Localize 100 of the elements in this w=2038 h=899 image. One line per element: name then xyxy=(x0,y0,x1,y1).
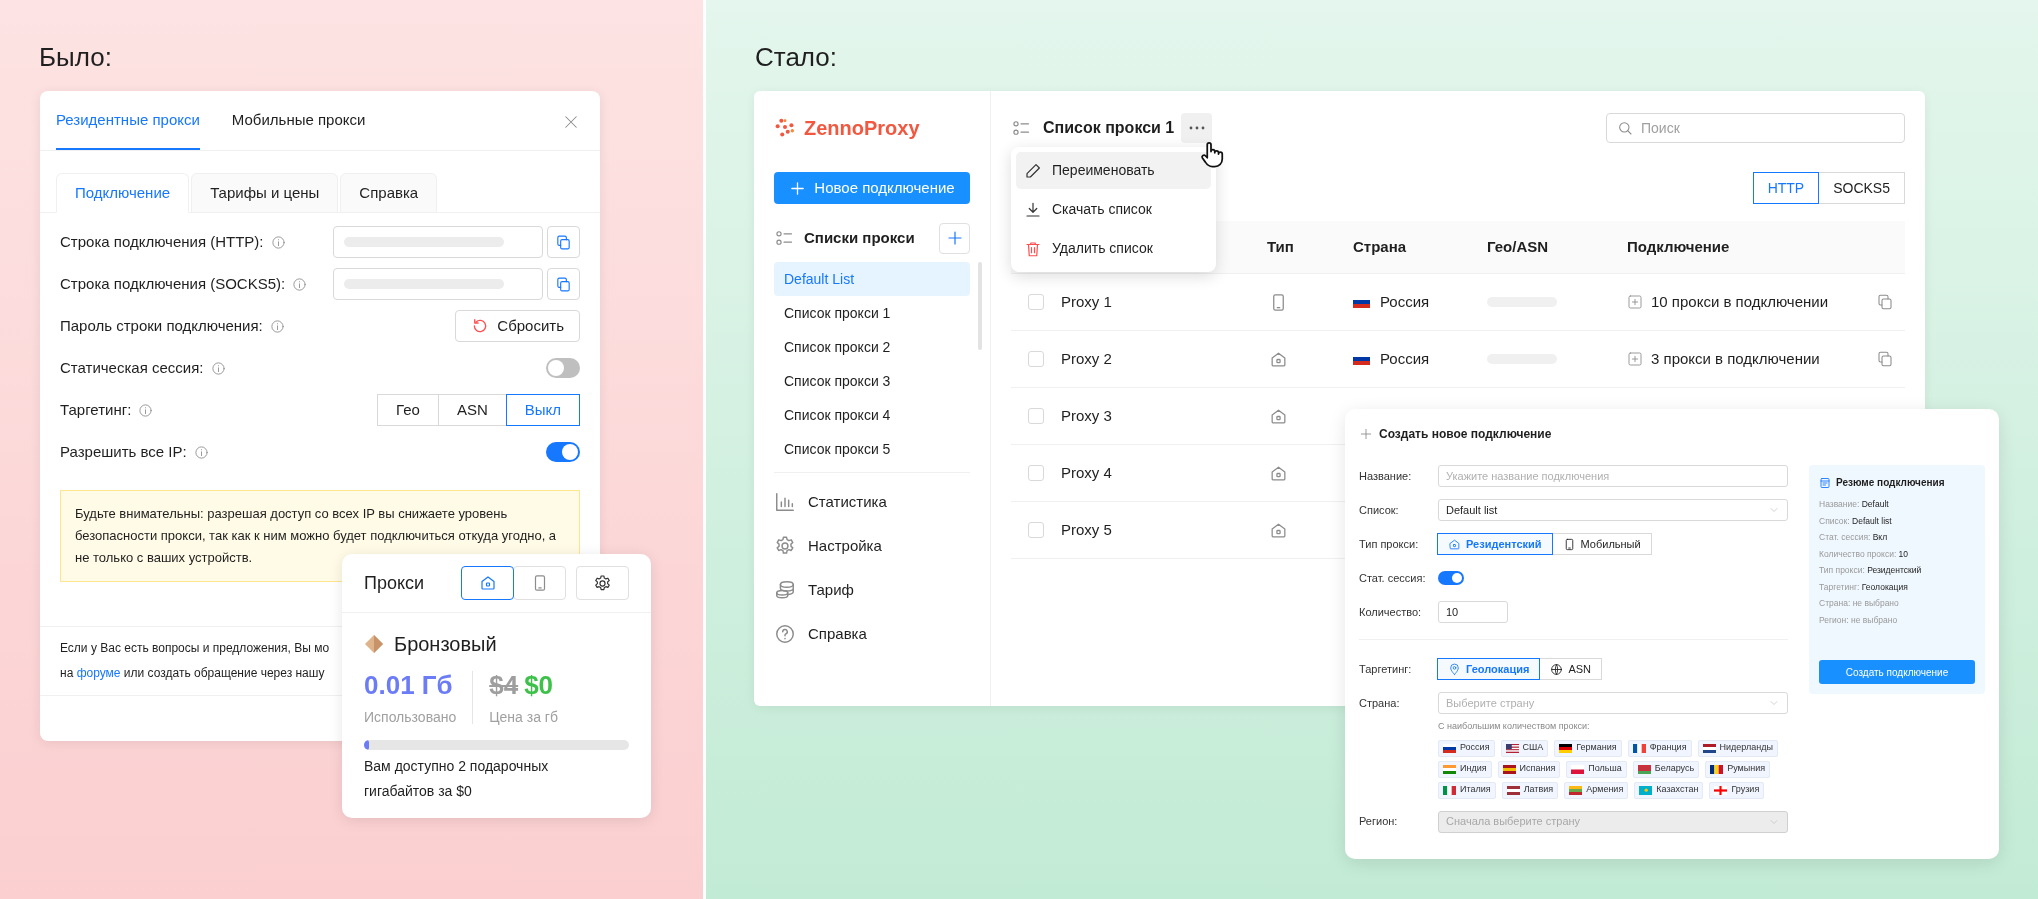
country-chip[interactable]: Латвия xyxy=(1501,781,1559,799)
price: $0 xyxy=(524,669,554,702)
list-item[interactable]: Список прокси 3 xyxy=(774,364,970,398)
close-icon[interactable] xyxy=(562,113,580,131)
tab[interactable]: Мобильные прокси xyxy=(231,108,366,150)
summary-line: Таргетинг: Геолокация xyxy=(1819,580,1909,594)
checkbox[interactable] xyxy=(1028,522,1044,538)
tab[interactable]: Справка xyxy=(340,173,438,213)
segment-button[interactable]: ASN xyxy=(437,394,507,426)
search-field[interactable]: Поиск xyxy=(1606,113,1905,143)
tab[interactable]: Подключение xyxy=(56,173,190,213)
country-chip[interactable]: Беларусь xyxy=(1632,760,1700,778)
info-icon[interactable] xyxy=(269,318,285,334)
flag-icon xyxy=(1443,785,1456,795)
segment-button[interactable]: ASN xyxy=(1539,658,1602,680)
more-button[interactable] xyxy=(1181,113,1213,143)
expand-icon[interactable] xyxy=(1627,351,1643,367)
name-field[interactable]: Укажите название подключения xyxy=(1438,465,1788,487)
field-label: Строка подключения (SOCKS5): xyxy=(60,273,286,294)
checkbox[interactable] xyxy=(1028,351,1044,367)
segment-button[interactable]: Выкл xyxy=(505,394,580,426)
checkbox[interactable] xyxy=(1028,294,1044,310)
country-chip[interactable]: Армения xyxy=(1564,781,1629,799)
mode-button[interactable] xyxy=(461,566,514,600)
summary-line: Количество прокси: 10 xyxy=(1819,547,1910,561)
toggle-switch[interactable] xyxy=(1438,571,1464,585)
country-chip[interactable]: Германия xyxy=(1554,739,1622,757)
list-item[interactable]: Список прокси 4 xyxy=(774,398,970,432)
usage-value: 0.01 Гб xyxy=(364,669,454,702)
info-icon[interactable] xyxy=(193,444,209,460)
nav-item[interactable]: Тариф xyxy=(774,568,970,612)
menu-item[interactable]: Скачать список xyxy=(1016,191,1211,228)
info-icon[interactable] xyxy=(270,234,286,250)
form-title: Создать новое подключение xyxy=(1379,426,1552,443)
copy-icon[interactable] xyxy=(1876,293,1894,311)
field-label: Страна: xyxy=(1359,695,1401,711)
info-icon[interactable] xyxy=(138,402,154,418)
column-header: Подключение xyxy=(1627,236,1730,257)
flag-icon xyxy=(1569,785,1583,795)
text-field[interactable] xyxy=(333,268,543,300)
tab[interactable]: Тарифы и цены xyxy=(191,173,339,213)
country-chip[interactable]: Нидерланды xyxy=(1697,739,1778,757)
house-icon xyxy=(1448,537,1461,551)
settings-icon xyxy=(593,573,612,593)
checkbox[interactable] xyxy=(1028,408,1044,424)
toggle-switch[interactable] xyxy=(546,358,580,378)
country-chip[interactable]: Италия xyxy=(1438,781,1496,799)
nav-item[interactable]: Настройка xyxy=(774,524,970,568)
list-item[interactable]: Список прокси 5 xyxy=(774,432,970,466)
segment-button[interactable]: Резидентский xyxy=(1437,533,1553,555)
column-header: Тип xyxy=(1267,236,1294,257)
summary-line: Страна: не выбрано xyxy=(1819,597,1900,610)
flag-icon xyxy=(1505,743,1519,753)
menu-item[interactable]: Удалить список xyxy=(1016,230,1211,267)
info-icon[interactable] xyxy=(292,276,308,292)
country-chip[interactable]: Франция xyxy=(1627,739,1692,757)
country-chip[interactable]: Индия xyxy=(1438,760,1492,778)
list-item[interactable]: Default List xyxy=(774,262,970,296)
nav-item[interactable]: Справка xyxy=(774,612,970,656)
add-list-button[interactable] xyxy=(939,222,970,254)
flag-icon xyxy=(1443,764,1456,774)
settings-button[interactable] xyxy=(576,566,629,600)
country-chip[interactable]: Казахстан xyxy=(1634,781,1704,799)
checkbox[interactable] xyxy=(1028,465,1044,481)
list-icon xyxy=(1011,118,1031,138)
toggle-switch[interactable] xyxy=(546,442,580,462)
segment-button[interactable]: Мобильный xyxy=(1551,533,1652,555)
protocol-tab[interactable]: HTTP xyxy=(1752,172,1820,204)
list-item[interactable]: Список прокси 1 xyxy=(774,296,970,330)
field-label: Строка подключения (HTTP): xyxy=(60,231,264,252)
country-chip[interactable]: США xyxy=(1500,739,1549,757)
country-chip[interactable]: Польша xyxy=(1566,760,1627,778)
info-icon[interactable] xyxy=(210,360,226,376)
copy-button[interactable] xyxy=(547,226,580,258)
dropdown[interactable]: Default list xyxy=(1438,499,1788,521)
tab[interactable]: Резидентные прокси xyxy=(56,108,200,150)
flag-icon xyxy=(1714,785,1728,795)
country-chip[interactable]: Россия xyxy=(1438,739,1495,757)
proxy-name: Proxy 1 xyxy=(1061,291,1112,312)
expand-icon[interactable] xyxy=(1627,294,1643,310)
field-label: Стат. сессия: xyxy=(1359,570,1427,586)
connection-count: 3 прокси в подключении xyxy=(1651,348,1820,369)
text-field[interactable] xyxy=(333,226,543,258)
menu-item[interactable]: Переименовать xyxy=(1016,152,1211,189)
nav-item[interactable]: Статистика xyxy=(774,480,970,524)
segment-button[interactable]: Геолокация xyxy=(1437,658,1541,680)
forum-link[interactable]: форуме xyxy=(76,666,121,680)
number-field[interactable]: 10 xyxy=(1438,601,1508,623)
country-chip[interactable]: Грузия xyxy=(1709,781,1765,799)
proxy-name: Proxy 2 xyxy=(1061,348,1112,369)
country-chip[interactable]: Испания xyxy=(1497,760,1561,778)
copy-button[interactable] xyxy=(547,268,580,300)
segment-button[interactable]: Гео xyxy=(377,394,439,426)
country-chip[interactable]: Румыния xyxy=(1705,760,1771,778)
copy-icon[interactable] xyxy=(1876,350,1894,368)
reset-button[interactable]: Сбросить xyxy=(455,310,580,342)
list-item[interactable]: Список прокси 2 xyxy=(774,330,970,364)
protocol-tab[interactable]: SOCKS5 xyxy=(1818,172,1905,204)
column-header: Страна xyxy=(1353,236,1407,257)
summary-title: Резюме подключения xyxy=(1836,476,1945,490)
